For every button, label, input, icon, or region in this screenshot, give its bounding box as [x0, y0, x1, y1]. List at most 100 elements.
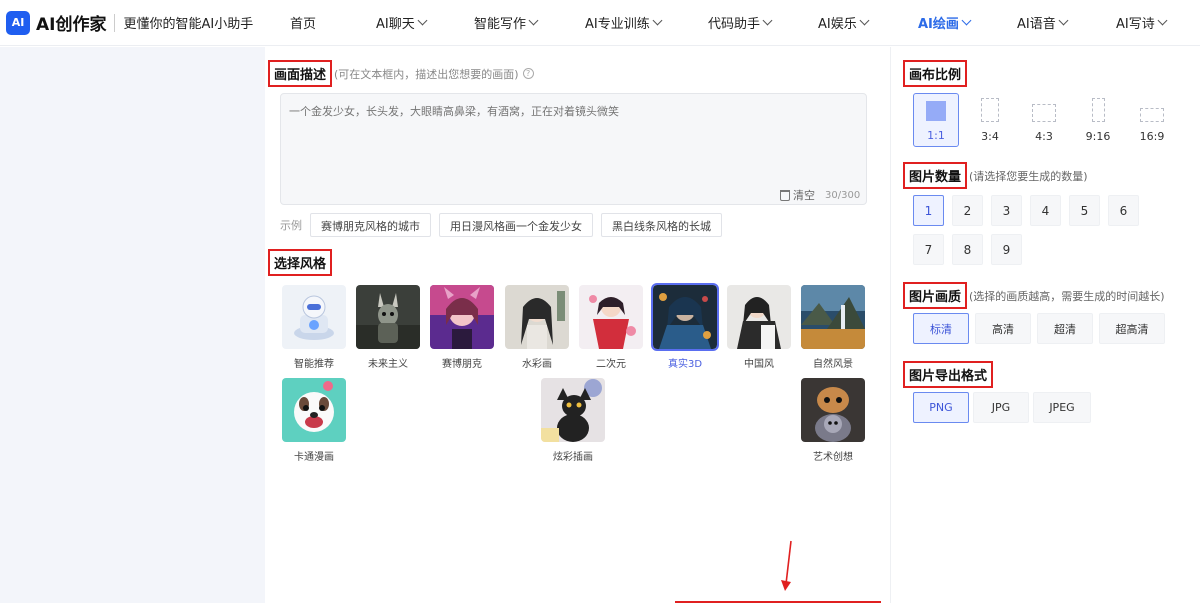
quality-option[interactable]: 高清	[975, 313, 1031, 344]
nav-item[interactable]: 智能写作	[474, 13, 539, 32]
nav-item-label: AI写诗	[1116, 17, 1155, 32]
nav-item-label: AI绘画	[918, 17, 959, 32]
brand-divider	[114, 13, 116, 32]
count-option[interactable]: 9	[991, 234, 1022, 265]
ratio-shape-icon	[1140, 108, 1164, 122]
style-label: 艺术创想	[813, 452, 853, 463]
quality-option[interactable]: 超高清	[1099, 313, 1165, 344]
examples-row: 示例 赛博朋克风格的城市 用日漫风格画一个金发少女 黑白线条风格的长城	[280, 213, 730, 237]
quality-title: 图片画质	[903, 282, 968, 309]
format-option[interactable]: JPEG	[1033, 392, 1091, 423]
example-button[interactable]: 用日漫风格画一个金发少女	[439, 213, 593, 237]
format-options: PNG JPG JPEG	[913, 392, 1095, 423]
char-counter: 30/300	[825, 189, 861, 201]
style-label: 自然风景	[813, 359, 853, 370]
nav-item-label: AI娱乐	[818, 17, 857, 32]
style-thumbnail	[505, 285, 569, 349]
chevron-down-icon	[528, 15, 539, 26]
chevron-down-icon	[652, 15, 663, 26]
ratio-title: 画布比例	[903, 60, 968, 87]
format-option[interactable]: JPG	[973, 392, 1029, 423]
chevron-down-icon	[417, 15, 428, 26]
ratio-label: 3:4	[981, 130, 999, 143]
logo-icon: AI	[6, 10, 30, 35]
ratio-shape-icon	[981, 98, 999, 122]
style-card[interactable]: 智能推荐	[282, 285, 346, 370]
style-thumbnail	[727, 285, 791, 349]
nav-item-label: 代码助手	[708, 17, 761, 32]
ratio-option[interactable]: 1:1	[913, 93, 959, 147]
ratio-label: 16:9	[1139, 130, 1165, 143]
clear-button[interactable]: 清空	[793, 187, 815, 203]
style-thumbnail	[282, 378, 346, 442]
style-label: 水彩画	[522, 359, 552, 370]
count-option[interactable]: 1	[913, 195, 944, 226]
ratio-header: 画布比例	[903, 60, 968, 87]
style-card[interactable]: 水彩画	[505, 285, 569, 370]
trash-icon[interactable]	[780, 189, 790, 201]
style-thumbnail	[282, 285, 346, 349]
style-label: 中国风	[744, 359, 774, 370]
nav-item-label: AI聊天	[376, 17, 415, 32]
count-option[interactable]: 2	[952, 195, 983, 226]
description-header: 画面描述 (可在文本框内，描述出您想要的画面) ?	[268, 60, 534, 87]
quality-options: 标清 高清 超清 超高清	[913, 313, 1171, 344]
nav-item[interactable]: AI绘画	[918, 13, 972, 32]
chevron-down-icon	[762, 15, 773, 26]
example-button[interactable]: 黑白线条风格的长城	[601, 213, 722, 237]
style-thumbnail	[801, 285, 865, 349]
example-button[interactable]: 赛博朋克风格的城市	[310, 213, 431, 237]
nav-item[interactable]: 代码助手	[708, 13, 773, 32]
ratio-option[interactable]: 3:4	[967, 93, 1013, 147]
count-option[interactable]: 6	[1108, 195, 1139, 226]
style-thumbnail	[356, 285, 420, 349]
brand[interactable]: AI AI创作家 更懂你的智能AI小助手	[0, 10, 270, 35]
style-card[interactable]: 炫彩插画	[541, 378, 605, 463]
style-thumbnail	[541, 378, 605, 442]
ratio-option[interactable]: 9:16	[1075, 93, 1121, 147]
format-option[interactable]: PNG	[913, 392, 969, 423]
help-icon[interactable]: ?	[522, 68, 534, 79]
annotation-arrow-icon	[781, 540, 792, 591]
quality-option[interactable]: 标清	[913, 313, 969, 344]
style-card[interactable]: 自然风景	[801, 285, 865, 370]
style-card[interactable]: 未来主义	[356, 285, 420, 370]
ratio-option[interactable]: 16:9	[1129, 93, 1175, 147]
style-label: 炫彩插画	[553, 452, 593, 463]
format-header: 图片导出格式	[903, 361, 994, 388]
count-option[interactable]: 5	[1069, 195, 1100, 226]
count-hint: (请选择您要生成的数量)	[969, 169, 1088, 183]
style-thumbnail	[651, 283, 719, 351]
description-input[interactable]	[280, 93, 867, 205]
quality-option[interactable]: 超清	[1037, 313, 1093, 344]
settings-panel: 画布比例 1:1 3:4 4:3 9:16 16:9 图片数量 (请选择您要生成的数量)…	[890, 47, 1200, 603]
style-card[interactable]: 艺术创想	[801, 378, 865, 463]
nav-item[interactable]: AI写诗	[1116, 13, 1168, 32]
nav-item[interactable]: AI语音	[1017, 13, 1069, 32]
style-label: 卡通漫画	[294, 452, 334, 463]
count-option[interactable]: 8	[952, 234, 983, 265]
ratio-option[interactable]: 4:3	[1021, 93, 1067, 147]
nav-item[interactable]: AI聊天	[376, 13, 428, 32]
nav-item-label: 首页	[290, 17, 317, 32]
ratio-label: 9:16	[1085, 130, 1111, 143]
style-card[interactable]: 赛博朋克	[430, 285, 494, 370]
style-label: 未来主义	[368, 359, 408, 370]
style-card[interactable]: 中国风	[727, 285, 791, 370]
nav-item[interactable]: 首页	[290, 13, 316, 32]
count-option[interactable]: 3	[991, 195, 1022, 226]
style-card[interactable]: 真实3D	[651, 283, 719, 370]
nav-item[interactable]: AI娱乐	[818, 13, 870, 32]
style-card[interactable]: 二次元	[579, 285, 643, 370]
style-card[interactable]: 卡通漫画	[282, 378, 346, 463]
chevron-down-icon	[859, 15, 870, 26]
chevron-down-icon	[961, 15, 972, 26]
count-header: 图片数量 (请选择您要生成的数量)	[903, 162, 1088, 189]
nav-item[interactable]: AI专业训练	[585, 13, 663, 32]
chevron-down-icon	[1058, 15, 1069, 26]
chevron-down-icon	[1157, 15, 1168, 26]
left-gutter	[0, 47, 265, 603]
count-option[interactable]: 4	[1030, 195, 1061, 226]
count-option[interactable]: 7	[913, 234, 944, 265]
count-title: 图片数量	[903, 162, 968, 189]
